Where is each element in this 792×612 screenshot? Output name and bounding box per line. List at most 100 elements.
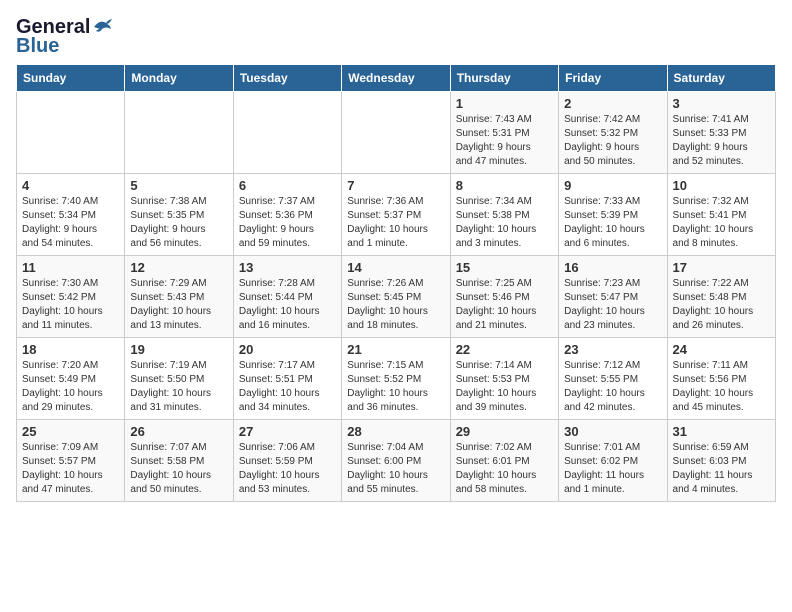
calendar-cell: 10 Sunrise: 7:32 AM Sunset: 5:41 PM Dayli… bbox=[667, 174, 775, 256]
day-number: 16 bbox=[564, 260, 661, 275]
day-info: Sunrise: 7:26 AM Sunset: 5:45 PM Dayligh… bbox=[347, 277, 444, 333]
day-number: 20 bbox=[239, 342, 336, 357]
day-info: Sunrise: 7:20 AM Sunset: 5:49 PM Dayligh… bbox=[22, 359, 119, 415]
calendar-cell: 9 Sunrise: 7:33 AM Sunset: 5:39 PM Daylig… bbox=[559, 174, 667, 256]
calendar-cell: 12Sunrise: 7:29 AM Sunset: 5:43 PM Dayli… bbox=[125, 256, 233, 338]
day-info: Sunrise: 7:25 AM Sunset: 5:46 PM Dayligh… bbox=[456, 277, 553, 333]
day-info: Sunrise: 7:07 AM Sunset: 5:58 PM Dayligh… bbox=[130, 441, 227, 497]
day-number: 6 bbox=[239, 178, 336, 193]
day-of-week-header: Tuesday bbox=[233, 65, 341, 92]
calendar-cell: 11 Sunrise: 7:30 AM Sunset: 5:42 PM Dayli… bbox=[17, 256, 125, 338]
day-info: Sunrise: 7:36 AM Sunset: 5:37 PM Dayligh… bbox=[347, 195, 444, 251]
day-number: 18 bbox=[22, 342, 119, 357]
calendar-cell: 21 Sunrise: 7:15 AM Sunset: 5:52 PM Dayli… bbox=[342, 338, 450, 420]
day-of-week-header: Monday bbox=[125, 65, 233, 92]
day-info: Sunrise: 7:41 AM Sunset: 5:33 PM Dayligh… bbox=[673, 113, 770, 169]
calendar-cell: 4 Sunrise: 7:40 AM Sunset: 5:34 PM Daylig… bbox=[17, 174, 125, 256]
day-number: 26 bbox=[130, 424, 227, 439]
day-number: 4 bbox=[22, 178, 119, 193]
calendar-week-row: 11 Sunrise: 7:30 AM Sunset: 5:42 PM Dayli… bbox=[17, 256, 776, 338]
calendar-cell: 23Sunrise: 7:12 AM Sunset: 5:55 PM Dayli… bbox=[559, 338, 667, 420]
day-number: 31 bbox=[673, 424, 770, 439]
calendar-cell: 30 Sunrise: 7:01 AM Sunset: 6:02 PM Dayli… bbox=[559, 420, 667, 502]
calendar-cell: 15 Sunrise: 7:25 AM Sunset: 5:46 PM Dayli… bbox=[450, 256, 558, 338]
day-number: 15 bbox=[456, 260, 553, 275]
calendar-cell: 31 Sunrise: 6:59 AM Sunset: 6:03 PM Dayli… bbox=[667, 420, 775, 502]
day-info: Sunrise: 7:29 AM Sunset: 5:43 PM Dayligh… bbox=[130, 277, 227, 333]
day-info: Sunrise: 7:09 AM Sunset: 5:57 PM Dayligh… bbox=[22, 441, 119, 497]
day-number: 19 bbox=[130, 342, 227, 357]
day-number: 24 bbox=[673, 342, 770, 357]
day-number: 22 bbox=[456, 342, 553, 357]
day-info: Sunrise: 7:33 AM Sunset: 5:39 PM Dayligh… bbox=[564, 195, 661, 251]
day-info: Sunrise: 7:02 AM Sunset: 6:01 PM Dayligh… bbox=[456, 441, 553, 497]
day-number: 28 bbox=[347, 424, 444, 439]
calendar-cell: 6 Sunrise: 7:37 AM Sunset: 5:36 PM Daylig… bbox=[233, 174, 341, 256]
day-of-week-header: Saturday bbox=[667, 65, 775, 92]
calendar-cell: 16 Sunrise: 7:23 AM Sunset: 5:47 PM Dayli… bbox=[559, 256, 667, 338]
calendar-cell: 29 Sunrise: 7:02 AM Sunset: 6:01 PM Dayli… bbox=[450, 420, 558, 502]
header: General Blue bbox=[16, 16, 776, 58]
calendar-cell bbox=[233, 92, 341, 174]
calendar-table: SundayMondayTuesdayWednesdayThursdayFrid… bbox=[16, 64, 776, 502]
day-number: 2 bbox=[564, 96, 661, 111]
day-number: 11 bbox=[22, 260, 119, 275]
day-of-week-header: Friday bbox=[559, 65, 667, 92]
day-info: Sunrise: 7:14 AM Sunset: 5:53 PM Dayligh… bbox=[456, 359, 553, 415]
day-number: 1 bbox=[456, 96, 553, 111]
day-info: Sunrise: 7:30 AM Sunset: 5:42 PM Dayligh… bbox=[22, 277, 119, 333]
day-info: Sunrise: 7:17 AM Sunset: 5:51 PM Dayligh… bbox=[239, 359, 336, 415]
calendar-cell bbox=[342, 92, 450, 174]
day-info: Sunrise: 7:11 AM Sunset: 5:56 PM Dayligh… bbox=[673, 359, 770, 415]
day-info: Sunrise: 7:37 AM Sunset: 5:36 PM Dayligh… bbox=[239, 195, 336, 251]
calendar-cell: 14 Sunrise: 7:26 AM Sunset: 5:45 PM Dayli… bbox=[342, 256, 450, 338]
logo-bird-icon bbox=[92, 17, 114, 35]
day-info: Sunrise: 7:01 AM Sunset: 6:02 PM Dayligh… bbox=[564, 441, 661, 497]
day-number: 30 bbox=[564, 424, 661, 439]
calendar-cell: 5 Sunrise: 7:38 AM Sunset: 5:35 PM Daylig… bbox=[125, 174, 233, 256]
calendar-cell: 17Sunrise: 7:22 AM Sunset: 5:48 PM Dayli… bbox=[667, 256, 775, 338]
day-number: 23 bbox=[564, 342, 661, 357]
calendar-week-row: 4 Sunrise: 7:40 AM Sunset: 5:34 PM Daylig… bbox=[17, 174, 776, 256]
day-number: 8 bbox=[456, 178, 553, 193]
calendar-cell: 22 Sunrise: 7:14 AM Sunset: 5:53 PM Dayli… bbox=[450, 338, 558, 420]
calendar-cell: 1 Sunrise: 7:43 AM Sunset: 5:31 PM Daylig… bbox=[450, 92, 558, 174]
day-info: Sunrise: 7:43 AM Sunset: 5:31 PM Dayligh… bbox=[456, 113, 553, 169]
calendar-cell: 26 Sunrise: 7:07 AM Sunset: 5:58 PM Dayli… bbox=[125, 420, 233, 502]
day-number: 9 bbox=[564, 178, 661, 193]
day-info: Sunrise: 7:23 AM Sunset: 5:47 PM Dayligh… bbox=[564, 277, 661, 333]
calendar-cell: 25 Sunrise: 7:09 AM Sunset: 5:57 PM Dayli… bbox=[17, 420, 125, 502]
day-info: Sunrise: 7:42 AM Sunset: 5:32 PM Dayligh… bbox=[564, 113, 661, 169]
calendar-cell: 24 Sunrise: 7:11 AM Sunset: 5:56 PM Dayli… bbox=[667, 338, 775, 420]
calendar-cell bbox=[17, 92, 125, 174]
calendar-header-row: SundayMondayTuesdayWednesdayThursdayFrid… bbox=[17, 65, 776, 92]
calendar-cell: 27 Sunrise: 7:06 AM Sunset: 5:59 PM Dayli… bbox=[233, 420, 341, 502]
day-info: Sunrise: 7:06 AM Sunset: 5:59 PM Dayligh… bbox=[239, 441, 336, 497]
day-info: Sunrise: 6:59 AM Sunset: 6:03 PM Dayligh… bbox=[673, 441, 770, 497]
day-info: Sunrise: 7:38 AM Sunset: 5:35 PM Dayligh… bbox=[130, 195, 227, 251]
day-number: 3 bbox=[673, 96, 770, 111]
day-number: 5 bbox=[130, 178, 227, 193]
day-number: 29 bbox=[456, 424, 553, 439]
day-number: 27 bbox=[239, 424, 336, 439]
calendar-cell: 8 Sunrise: 7:34 AM Sunset: 5:38 PM Daylig… bbox=[450, 174, 558, 256]
calendar-cell: 19Sunrise: 7:19 AM Sunset: 5:50 PM Dayli… bbox=[125, 338, 233, 420]
day-info: Sunrise: 7:28 AM Sunset: 5:44 PM Dayligh… bbox=[239, 277, 336, 333]
calendar-cell: 28Sunrise: 7:04 AM Sunset: 6:00 PM Dayli… bbox=[342, 420, 450, 502]
calendar-cell: 13Sunrise: 7:28 AM Sunset: 5:44 PM Dayli… bbox=[233, 256, 341, 338]
day-info: Sunrise: 7:15 AM Sunset: 5:52 PM Dayligh… bbox=[347, 359, 444, 415]
calendar-week-row: 25 Sunrise: 7:09 AM Sunset: 5:57 PM Dayli… bbox=[17, 420, 776, 502]
day-of-week-header: Wednesday bbox=[342, 65, 450, 92]
day-info: Sunrise: 7:32 AM Sunset: 5:41 PM Dayligh… bbox=[673, 195, 770, 251]
day-number: 25 bbox=[22, 424, 119, 439]
day-number: 7 bbox=[347, 178, 444, 193]
day-info: Sunrise: 7:34 AM Sunset: 5:38 PM Dayligh… bbox=[456, 195, 553, 251]
day-number: 10 bbox=[673, 178, 770, 193]
day-number: 21 bbox=[347, 342, 444, 357]
day-number: 14 bbox=[347, 260, 444, 275]
logo-blue-text: Blue bbox=[16, 35, 59, 58]
calendar-cell bbox=[125, 92, 233, 174]
logo: General Blue bbox=[16, 16, 114, 58]
calendar-week-row: 1 Sunrise: 7:43 AM Sunset: 5:31 PM Daylig… bbox=[17, 92, 776, 174]
day-info: Sunrise: 7:40 AM Sunset: 5:34 PM Dayligh… bbox=[22, 195, 119, 251]
